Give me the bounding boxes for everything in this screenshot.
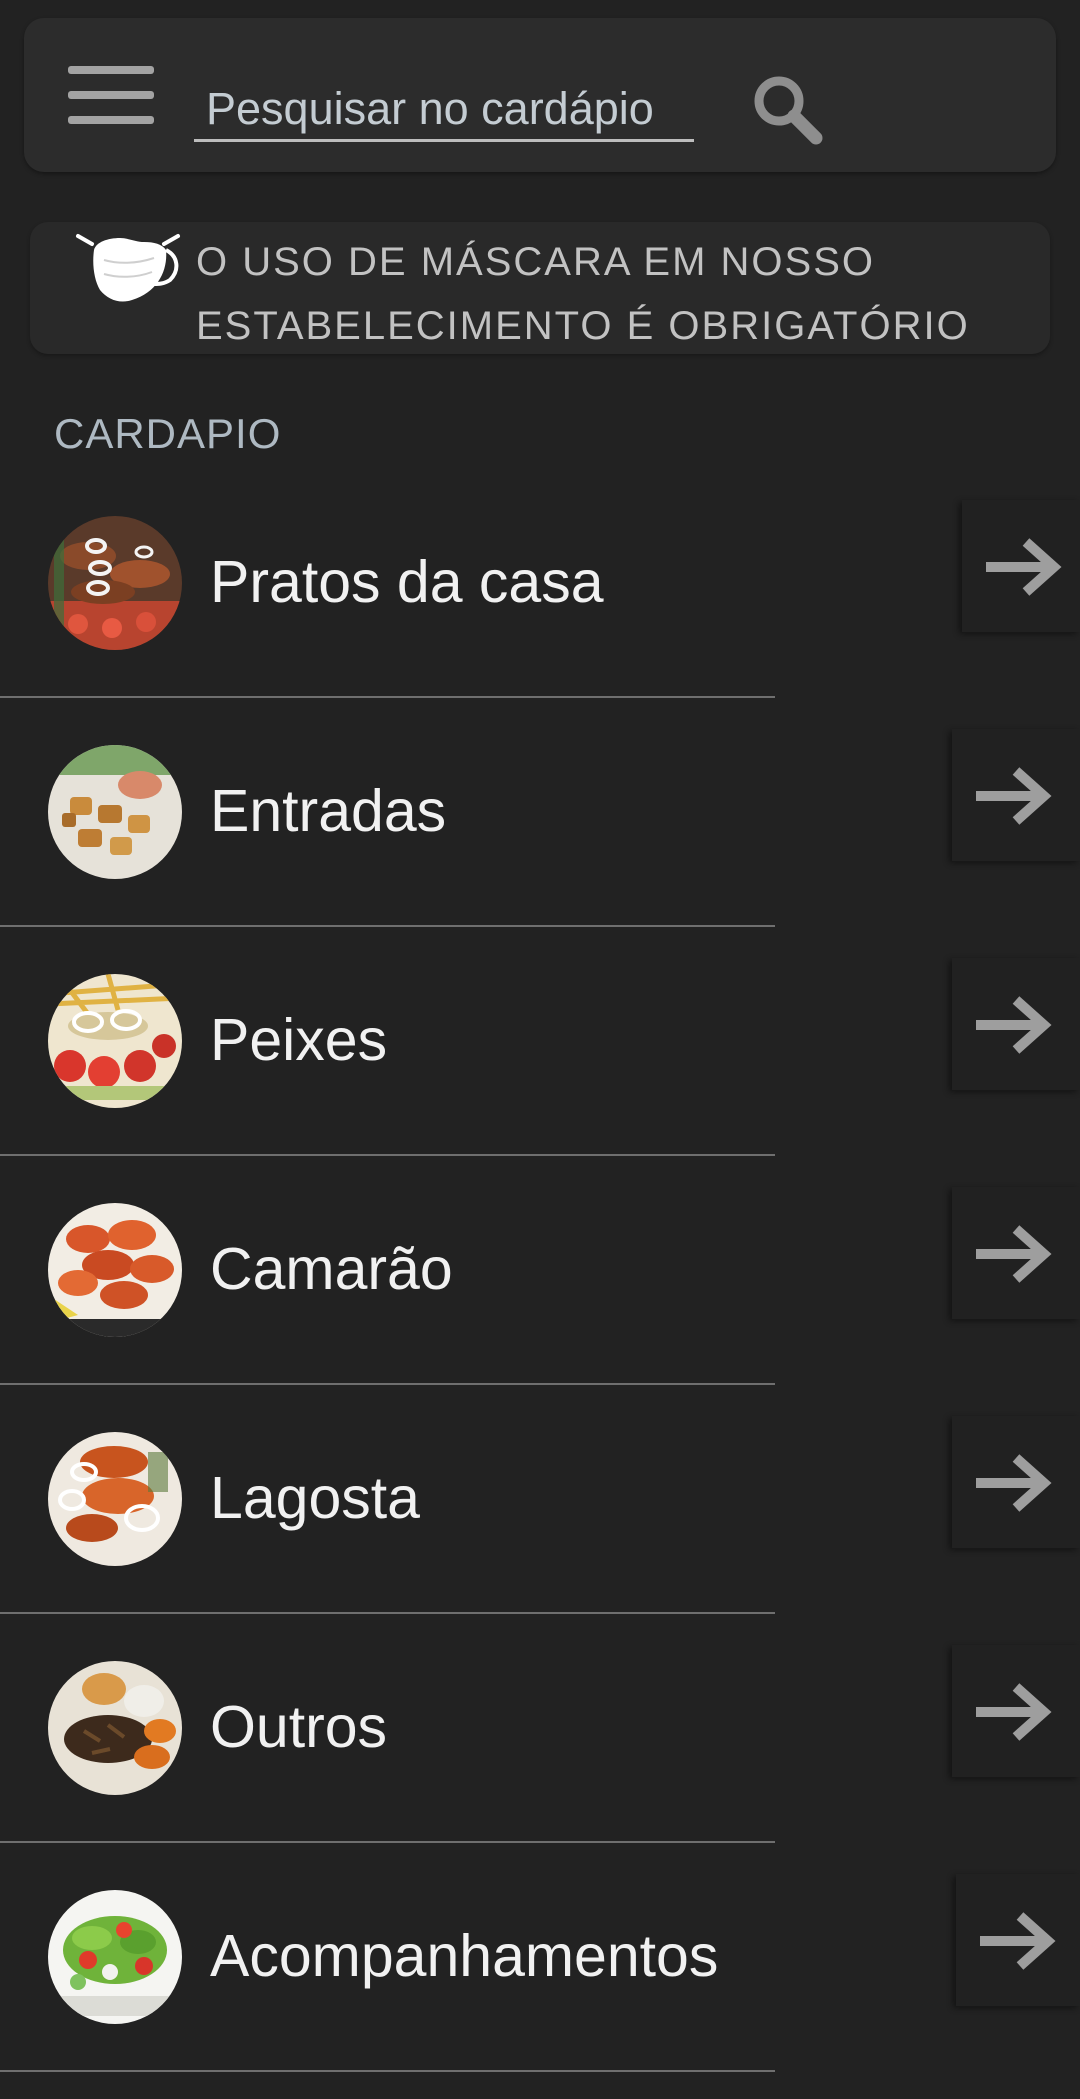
divider (0, 1841, 775, 1843)
menu-item-label: Camarão (210, 1236, 453, 1302)
outros-thumbnail (48, 1661, 182, 1795)
divider (0, 1383, 775, 1385)
arrow-right-icon[interactable] (962, 500, 1080, 632)
menu-item-peixes[interactable]: Peixes (0, 954, 1080, 1183)
menu-category-list: Pratos da casa Entradas Peixes Camarão L… (0, 496, 1080, 2099)
menu-item-label: Peixes (210, 1007, 388, 1073)
arrow-right-icon[interactable] (952, 729, 1080, 861)
face-mask-icon (74, 230, 184, 306)
divider (0, 1154, 775, 1156)
menu-item-camarao[interactable]: Camarão (0, 1183, 1080, 1412)
section-title-cardapio: CARDAPIO (54, 410, 282, 457)
divider (0, 2070, 775, 2072)
menu-item-pratos-da-casa[interactable]: Pratos da casa (0, 496, 1080, 725)
search-icon[interactable] (748, 70, 828, 150)
menu-item-label: Acompanhamentos (210, 1923, 719, 1989)
menu-item-label: Lagosta (210, 1465, 420, 1531)
menu-item-label: Entradas (210, 778, 447, 844)
hamburger-menu-icon[interactable] (68, 66, 154, 124)
arrow-right-icon[interactable] (952, 1645, 1080, 1777)
mask-notice-banner: O USO DE MÁSCARA EM NOSSO ESTABELECIMENT… (30, 222, 1050, 354)
pratos-da-casa-thumbnail (48, 516, 182, 650)
search-input[interactable] (194, 78, 694, 142)
arrow-right-icon[interactable] (952, 1187, 1080, 1319)
entradas-thumbnail (48, 745, 182, 879)
arrow-right-icon[interactable] (956, 1874, 1080, 2006)
acompanhamentos-thumbnail (48, 1890, 182, 2024)
arrow-right-icon[interactable] (952, 958, 1080, 1090)
divider (0, 1612, 775, 1614)
lagosta-thumbnail (48, 1432, 182, 1566)
top-search-bar (24, 18, 1056, 172)
divider (0, 925, 775, 927)
menu-item-label: Pratos da casa (210, 549, 604, 615)
camarao-thumbnail (48, 1203, 182, 1337)
peixes-thumbnail (48, 974, 182, 1108)
menu-item-acompanhamentos[interactable]: Acompanhamentos (0, 1870, 1080, 2099)
menu-item-outros[interactable]: Outros (0, 1641, 1080, 1870)
menu-item-lagosta[interactable]: Lagosta (0, 1412, 1080, 1641)
arrow-right-icon[interactable] (952, 1416, 1080, 1548)
menu-item-entradas[interactable]: Entradas (0, 725, 1080, 954)
divider (0, 696, 775, 698)
mask-notice-text: O USO DE MÁSCARA EM NOSSO ESTABELECIMENT… (196, 240, 970, 348)
menu-item-label: Outros (210, 1694, 388, 1760)
